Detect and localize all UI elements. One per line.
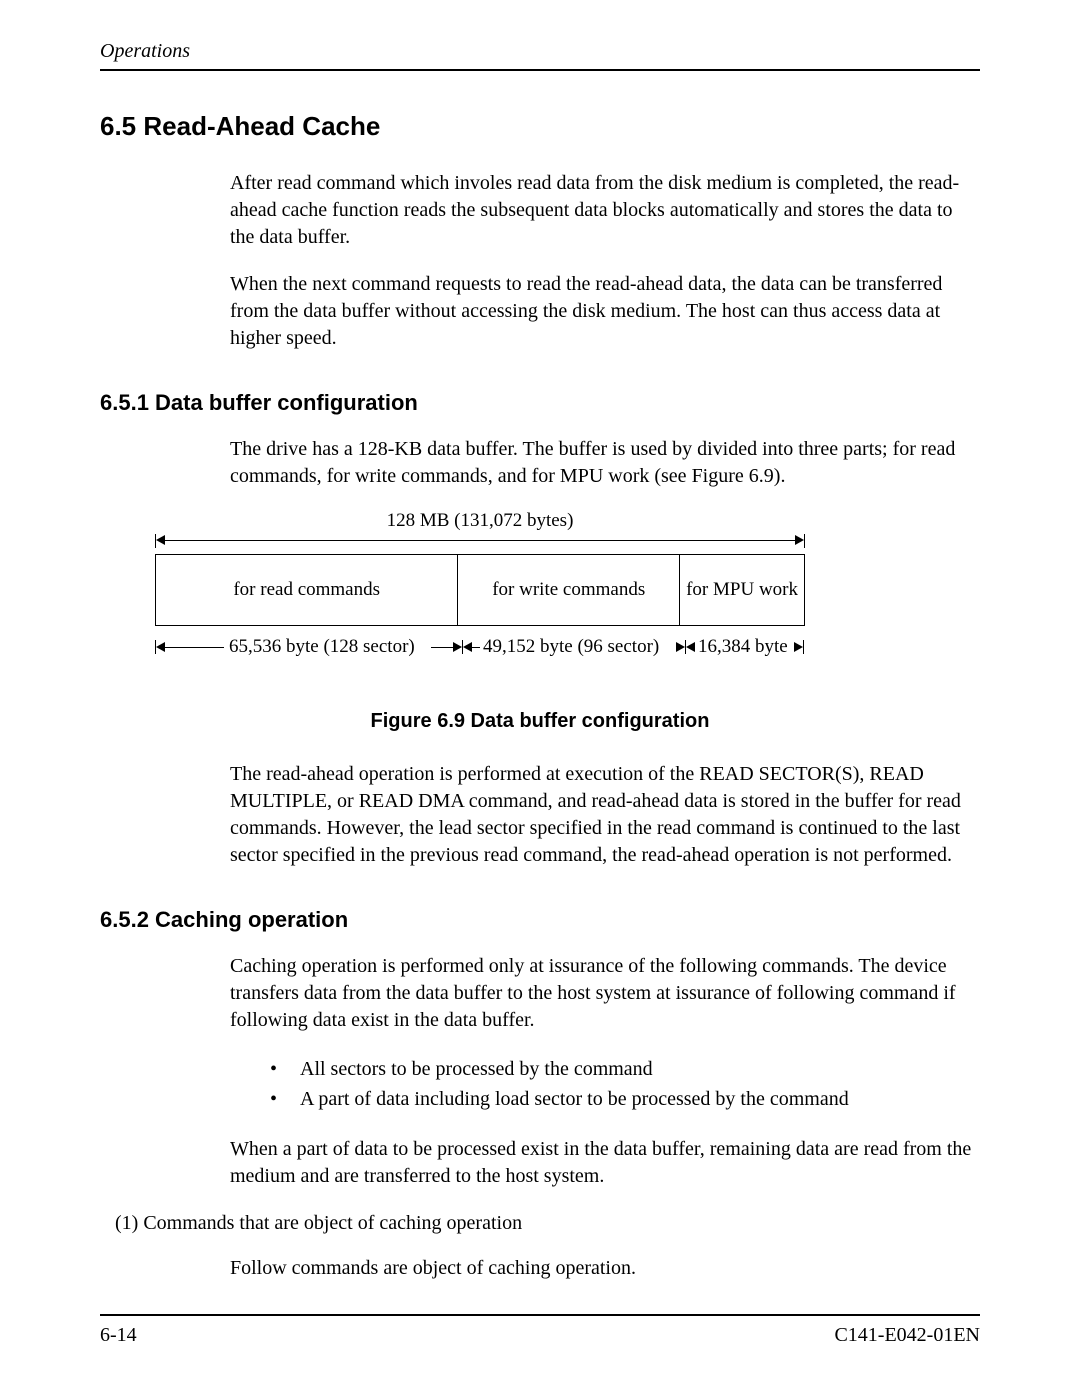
paragraph: Caching operation is performed only at i… <box>100 953 980 1034</box>
list-item: A part of data including load sector to … <box>270 1084 980 1114</box>
paragraph: The drive has a 128-KB data buffer. The … <box>100 436 980 490</box>
heading-6-5-1: 6.5.1 Data buffer configuration <box>100 390 980 416</box>
page-footer: 6-14 C141-E042-01EN <box>100 1314 980 1347</box>
paragraph: When the next command requests to read t… <box>100 271 980 352</box>
page-number: 6-14 <box>100 1324 137 1347</box>
bullet-list: All sectors to be processed by the comma… <box>100 1054 980 1114</box>
heading-6-5-2: 6.5.2 Caching operation <box>100 907 980 933</box>
list-item: All sectors to be processed by the comma… <box>270 1054 980 1084</box>
diagram-total-label: 128 MB (131,072 bytes) <box>155 510 805 532</box>
page: Operations 6.5 Read-Ahead Cache After re… <box>0 0 1080 1397</box>
diagram-top-extent <box>155 534 805 548</box>
mpu-size-label: 16,384 byte <box>698 636 788 658</box>
paragraph: Follow commands are object of caching op… <box>100 1255 980 1282</box>
read-size-label: 65,536 byte (128 sector) <box>229 636 415 658</box>
box-mpu: for MPU work <box>679 555 804 625</box>
diagram-bottom-extents: 65,536 byte (128 sector) 49,152 byte (96… <box>155 636 805 660</box>
figure-6-9-diagram: 128 MB (131,072 bytes) for read commands… <box>155 510 805 660</box>
doc-number: C141-E042-01EN <box>834 1324 980 1347</box>
paragraph: The read-ahead operation is performed at… <box>100 761 980 869</box>
heading-6-5: 6.5 Read-Ahead Cache <box>100 111 980 142</box>
numbered-item-1: (1) Commands that are object of caching … <box>100 1210 980 1237</box>
paragraph: After read command which involes read da… <box>100 170 980 251</box>
paragraph: When a part of data to be processed exis… <box>100 1136 980 1190</box>
box-read: for read commands <box>156 555 457 625</box>
running-header: Operations <box>100 40 980 71</box>
write-size-label: 49,152 byte (96 sector) <box>483 636 659 658</box>
figure-caption: Figure 6.9 Data buffer configuration <box>100 710 980 733</box>
box-write: for write commands <box>457 555 679 625</box>
diagram-boxes: for read commands for write commands for… <box>155 554 805 626</box>
